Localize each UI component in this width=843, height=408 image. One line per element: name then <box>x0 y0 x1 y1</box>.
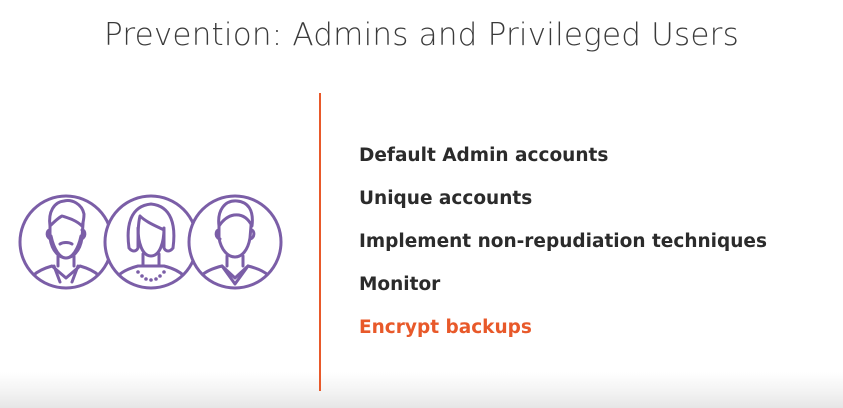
bullet-item-highlighted: Encrypt backups <box>359 317 532 338</box>
bearded-man-icon <box>18 194 114 290</box>
bullet-item: Implement non-repudiation techniques <box>359 231 767 252</box>
slide-title: Prevention: Admins and Privileged Users <box>104 17 739 53</box>
bullet-item: Unique accounts <box>359 188 533 209</box>
bullet-item: Monitor <box>359 274 441 295</box>
group-of-users-icon <box>18 194 283 290</box>
slide: Prevention: Admins and Privileged Users <box>0 0 843 408</box>
man-icon <box>187 194 283 290</box>
woman-icon <box>103 194 199 290</box>
bullet-list: Default Admin accounts Unique accounts I… <box>359 142 767 357</box>
vertical-divider <box>319 93 321 391</box>
bullet-item: Default Admin accounts <box>359 145 609 166</box>
